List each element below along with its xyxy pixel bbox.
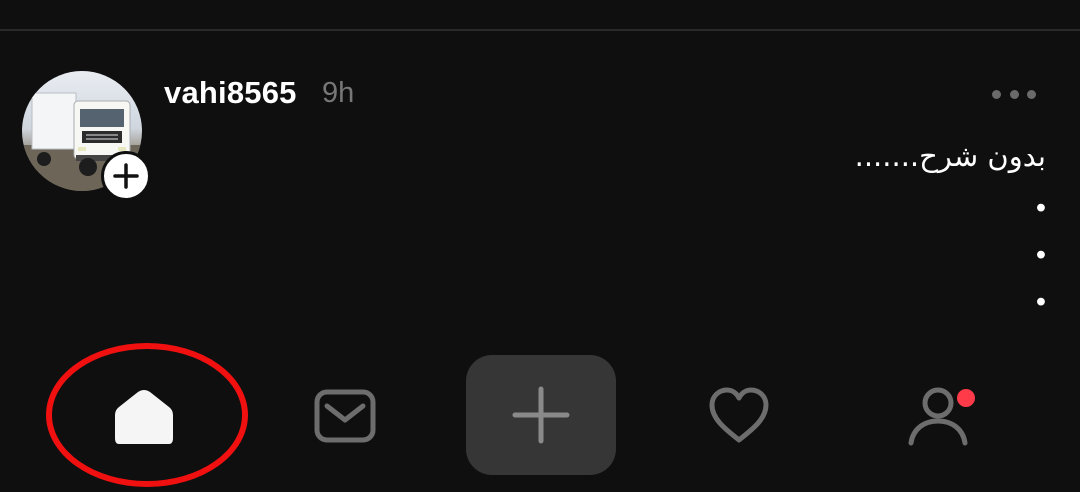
username[interactable]: vahi8565: [164, 75, 297, 111]
more-dot: [992, 89, 1001, 99]
more-horizontal-icon[interactable]: [992, 87, 1036, 101]
avatar-wrap[interactable]: [22, 71, 151, 201]
follow-button[interactable]: [101, 151, 151, 201]
caption-bullet: •: [1035, 192, 1046, 224]
highlight-annotation-ring: [46, 343, 248, 487]
nav-messages[interactable]: [310, 384, 380, 448]
post-caption: بدون شرح.......: [854, 139, 1046, 173]
caption-bullet: •: [1035, 239, 1046, 271]
post-time: 9h: [322, 77, 355, 109]
nav-activity[interactable]: [704, 384, 774, 448]
more-dot: [1009, 89, 1019, 99]
plus-icon: [113, 163, 139, 189]
notification-dot: [955, 387, 977, 409]
nav-create-button[interactable]: [466, 355, 616, 475]
heart-icon: [709, 387, 769, 443]
post: vahi8565 9h بدون شرح....... • • •: [0, 31, 1080, 351]
mail-icon: [314, 389, 376, 443]
caption-bullet: •: [1035, 286, 1046, 318]
create-plus-icon: [512, 386, 570, 444]
more-dot: [1027, 89, 1036, 99]
